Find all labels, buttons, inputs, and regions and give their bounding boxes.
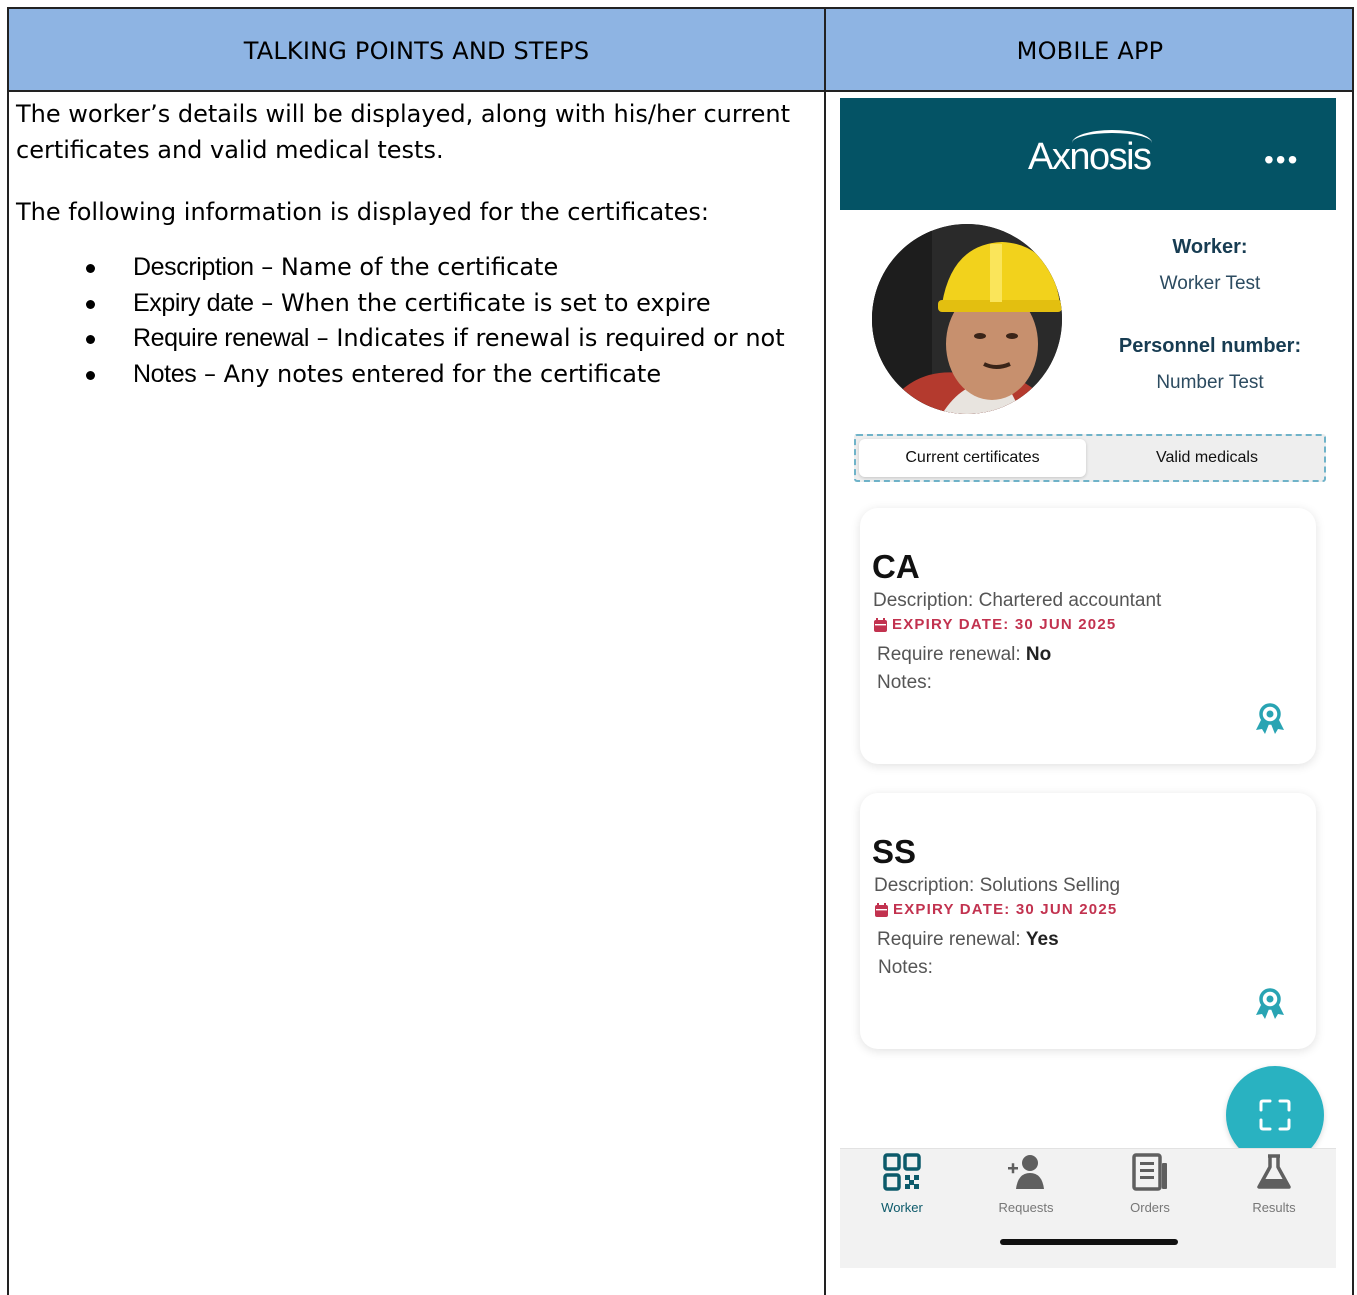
- list-item: Description – Name of the certificate: [16, 250, 801, 286]
- app-header: Axnosis •••: [840, 98, 1336, 210]
- tab-current-certificates[interactable]: Current certificates: [859, 439, 1086, 477]
- bullet-dash: –: [196, 359, 224, 388]
- list-item: Expiry date – When the certificate is se…: [16, 286, 801, 322]
- list-item: Notes – Any notes entered for the certif…: [16, 357, 801, 393]
- renewal-label: Require renewal:: [877, 929, 1026, 950]
- worker-value: Worker Test: [1159, 273, 1261, 294]
- bullet-term: Description: [133, 253, 254, 281]
- award-icon[interactable]: [1254, 987, 1286, 1026]
- bullet-dash: –: [309, 324, 337, 352]
- certificate-notes: Notes:: [878, 957, 933, 978]
- bullet-dash: –: [253, 288, 281, 317]
- calendar-icon: [875, 902, 888, 917]
- certificate-card[interactable]: SS Description: Solutions Selling EXPIRY…: [860, 793, 1316, 1049]
- nav-label: Requests: [998, 1200, 1054, 1215]
- nav-worker[interactable]: Worker: [852, 1153, 952, 1215]
- nav-label: Worker: [881, 1200, 923, 1215]
- intro-paragraph: The worker’s details will be displayed, …: [16, 100, 791, 164]
- bullet-icon: [86, 299, 95, 309]
- expiry-text: EXPIRY DATE: 30 JUN 2025: [893, 901, 1118, 918]
- qr-code-icon: [883, 1153, 921, 1191]
- nav-label: Orders: [1130, 1200, 1170, 1215]
- renewal-value: No: [1025, 644, 1052, 665]
- tab-valid-medicals[interactable]: Valid medicals: [1092, 439, 1322, 477]
- personnel-number-value: Number Test: [1156, 372, 1264, 393]
- bullet-icon: [86, 264, 95, 273]
- scan-frame-icon: [1259, 1099, 1291, 1131]
- certificate-expiry: EXPIRY DATE: 30 JUN 2025: [874, 616, 1116, 633]
- certificate-renewal: Require renewal: No: [877, 644, 1051, 666]
- column-divider: [824, 9, 826, 1295]
- award-icon[interactable]: [1254, 702, 1286, 741]
- certificates-info-paragraph: The following information is displayed f…: [16, 198, 709, 226]
- bottom-navigation: Worker Requests Orders Results: [840, 1148, 1336, 1268]
- certificate-expiry: EXPIRY DATE: 30 JUN 2025: [875, 901, 1117, 918]
- table-header-row: TALKING POINTS AND STEPS MOBILE APP: [9, 9, 1352, 92]
- certificate-code: CA: [872, 548, 920, 585]
- tab-switcher: Current certificates Valid medicals: [854, 434, 1326, 482]
- certificate-notes: Notes:: [877, 672, 932, 693]
- bullet-dash: –: [253, 253, 281, 281]
- more-dots-icon[interactable]: •••: [1264, 146, 1299, 174]
- bullet-text: Indicates if renewal is required or not: [336, 324, 785, 352]
- certificate-renewal: Require renewal: Yes: [877, 929, 1059, 951]
- bullet-text: Name of the certificate: [280, 253, 559, 281]
- document-icon: [1132, 1153, 1167, 1191]
- renewal-label: Require renewal:: [877, 644, 1026, 665]
- worker-avatar: [872, 224, 1062, 414]
- bullet-text: Any notes entered for the certificate: [223, 359, 662, 388]
- nav-label: Results: [1252, 1200, 1296, 1215]
- talking-points: The worker’s details will be displayed, …: [16, 96, 801, 392]
- renewal-value: Yes: [1025, 929, 1059, 950]
- personnel-number-label: Personnel number:: [1118, 335, 1302, 357]
- bullet-text: When the certificate is set to expire: [280, 288, 711, 317]
- certificate-code: SS: [872, 833, 917, 870]
- list-item: Require renewal – Indicates if renewal i…: [16, 321, 801, 357]
- flask-icon: [1257, 1154, 1291, 1189]
- header-talking-points: TALKING POINTS AND STEPS: [243, 36, 590, 65]
- header-mobile-app: MOBILE APP: [1016, 36, 1164, 65]
- nav-requests[interactable]: Requests: [976, 1153, 1076, 1215]
- add-person-icon: [1008, 1155, 1044, 1189]
- home-indicator: [1000, 1239, 1178, 1245]
- bullet-term: Expiry date: [133, 288, 254, 317]
- bullet-list: Description – Name of the certificate Ex…: [16, 250, 801, 392]
- certificate-description: Description: Chartered accountant: [873, 590, 1162, 611]
- certificate-card[interactable]: CA Description: Chartered accountant EXP…: [860, 508, 1316, 764]
- nav-results[interactable]: Results: [1224, 1153, 1324, 1215]
- calendar-icon: [874, 617, 887, 632]
- bullet-icon: [86, 370, 95, 380]
- bullet-term: Notes: [133, 359, 197, 388]
- bullet-term: Require renewal: [133, 324, 310, 352]
- mobile-app-screenshot: Axnosis ••• Worker: Worker Test Personne…: [840, 98, 1336, 1268]
- app-logo: Axnosis: [1028, 136, 1152, 178]
- worker-label: Worker:: [1172, 236, 1248, 258]
- expiry-text: EXPIRY DATE: 30 JUN 2025: [892, 616, 1117, 633]
- bullet-icon: [86, 335, 95, 344]
- nav-orders[interactable]: Orders: [1100, 1153, 1200, 1215]
- worker-photo-icon: [872, 224, 1062, 414]
- certificate-description: Description: Solutions Selling: [874, 875, 1121, 896]
